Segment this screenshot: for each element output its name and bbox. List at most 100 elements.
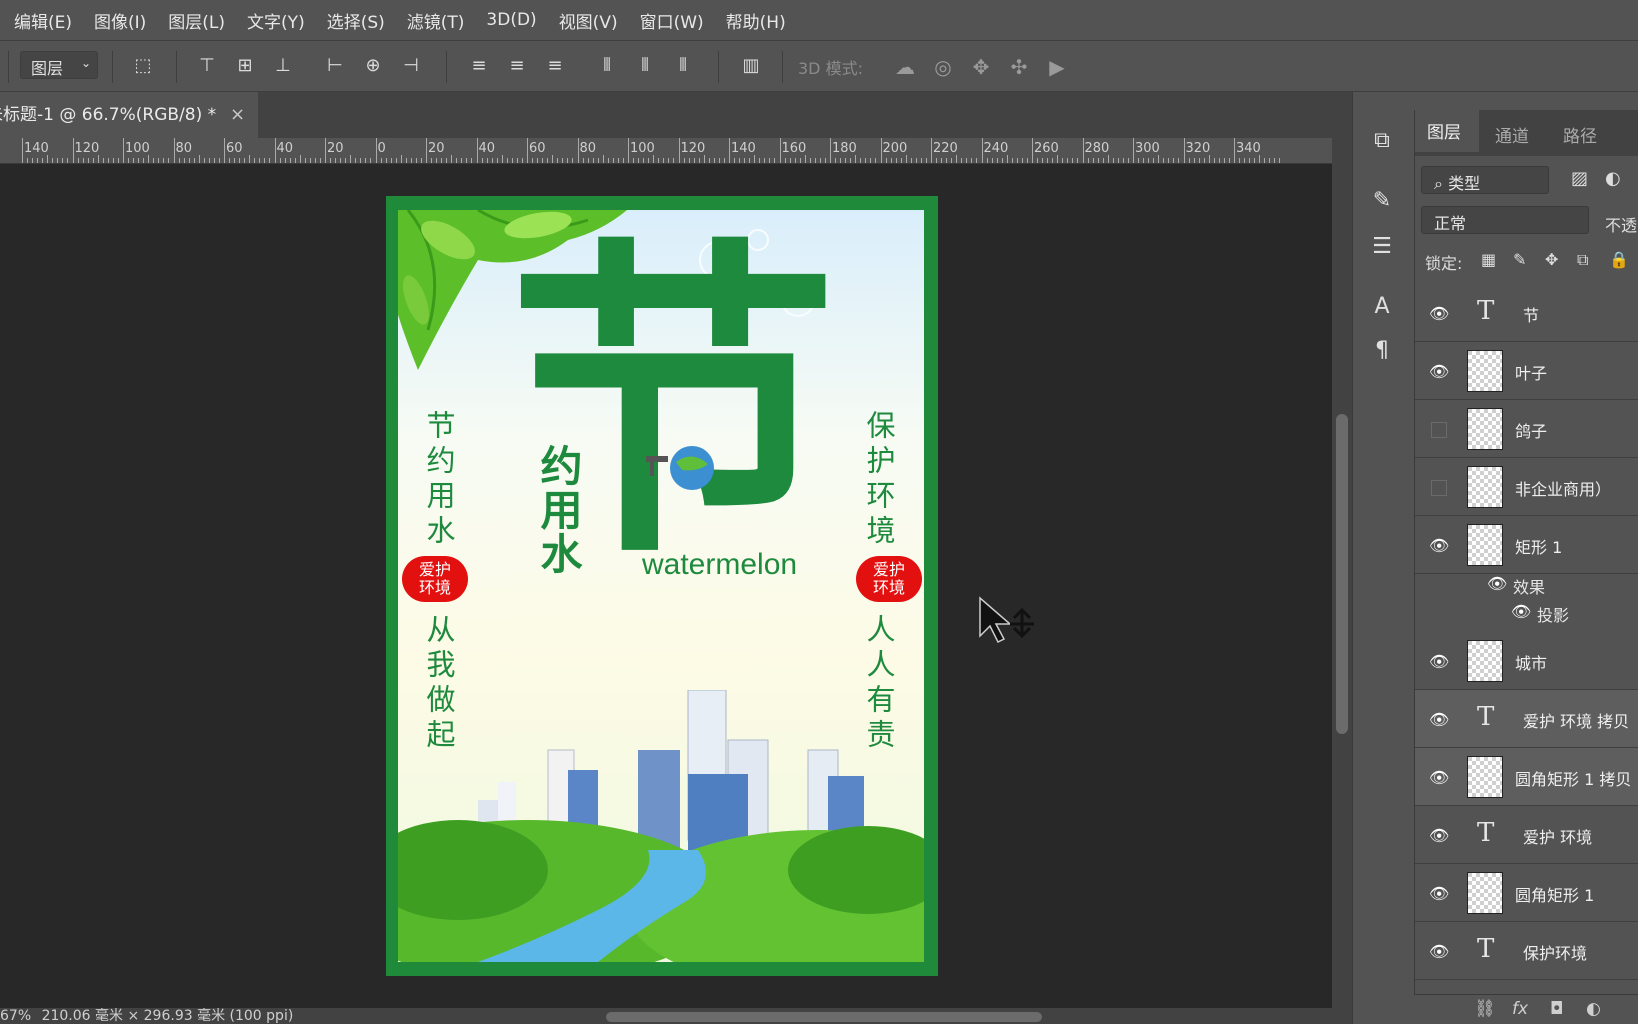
visibility-toggle[interactable]: [1431, 480, 1447, 496]
close-icon[interactable]: ×: [230, 92, 245, 138]
ruler-tick: [1001, 158, 1003, 163]
ruler-tick: [966, 158, 968, 163]
layer-row[interactable]: 👁 T 节: [1415, 284, 1638, 342]
menu-help[interactable]: 帮助(H): [726, 8, 786, 33]
layer-row[interactable]: 👁 T 保护环境: [1415, 922, 1638, 980]
3d-pan-icon[interactable]: ✥: [968, 54, 994, 80]
menu-type[interactable]: 文字(Y): [247, 8, 305, 33]
layer-filter-dropdown[interactable]: ⌕ 类型: [1421, 166, 1549, 194]
tab-paths[interactable]: 路径: [1563, 122, 1597, 147]
auto-align-icon[interactable]: ▥: [738, 53, 764, 79]
menu-view[interactable]: 视图(V): [559, 8, 618, 33]
3d-panel-icon[interactable]: ⧉: [1367, 126, 1397, 156]
ruler-tick: [138, 158, 140, 163]
transform-controls-icon[interactable]: ⬚: [130, 53, 156, 79]
layer-row[interactable]: 👁 圆角矩形 1: [1415, 864, 1638, 922]
blend-mode-dropdown[interactable]: 正常: [1421, 206, 1589, 234]
lock-transparent-icon[interactable]: ▦: [1481, 250, 1496, 269]
3d-mode-label: 3D 模式:: [798, 59, 863, 78]
layer-row[interactable]: 👁 矩形 1: [1415, 516, 1638, 574]
distribute-top-icon[interactable]: ≡: [466, 53, 492, 79]
menu-bar: 编辑(E) 图像(I) 图层(L) 文字(Y) 选择(S) 滤镜(T) 3D(D…: [0, 0, 1638, 40]
layer-row[interactable]: 👁 T 爱护 环境 拷贝: [1415, 690, 1638, 748]
distribute-vcenter-icon[interactable]: ≡: [504, 53, 530, 79]
menu-image[interactable]: 图像(I): [94, 8, 146, 33]
menu-edit[interactable]: 编辑(E): [14, 8, 72, 33]
eye-icon[interactable]: 👁: [1487, 574, 1507, 593]
vertical-scrollbar[interactable]: [1332, 138, 1352, 1008]
eye-icon[interactable]: 👁: [1511, 602, 1531, 621]
zoom-level[interactable]: 67%: [0, 1008, 31, 1024]
lock-image-icon[interactable]: ✎: [1513, 250, 1526, 269]
distribute-right-icon[interactable]: ⫴: [670, 53, 696, 79]
menu-layer[interactable]: 图层(L): [168, 8, 225, 33]
visibility-toggle[interactable]: [1431, 422, 1447, 438]
lock-all-icon[interactable]: 🔒: [1609, 250, 1629, 269]
tab-channels[interactable]: 通道: [1495, 122, 1529, 147]
menu-3d[interactable]: 3D(D): [486, 10, 536, 30]
distribute-left-icon[interactable]: ⫴: [594, 53, 620, 79]
eye-icon[interactable]: 👁: [1429, 710, 1449, 729]
link-icon[interactable]: ⛓: [1474, 999, 1496, 1019]
3d-slide-icon[interactable]: ✣: [1006, 54, 1032, 80]
align-right-icon[interactable]: ⊣: [398, 53, 424, 79]
ruler-tick: [648, 158, 650, 163]
ruler-tick: [466, 158, 468, 163]
eye-icon[interactable]: 👁: [1429, 826, 1449, 845]
document-tab[interactable]: 未标题-1 @ 66.7%(RGB/8) * ×: [0, 92, 258, 138]
eye-icon[interactable]: 👁: [1429, 652, 1449, 671]
character-panel-icon[interactable]: A: [1367, 292, 1397, 322]
ruler-tick: [678, 138, 680, 163]
paragraph-panel-icon[interactable]: ¶: [1367, 336, 1397, 366]
eye-icon[interactable]: 👁: [1429, 362, 1449, 381]
adjustments-panel-icon[interactable]: ☰: [1367, 232, 1397, 262]
auto-select-dropdown[interactable]: 图层 ⌄: [20, 51, 98, 79]
lock-artboard-icon[interactable]: ⧉: [1577, 250, 1588, 270]
ruler-tick: [173, 138, 175, 163]
3d-roll-icon[interactable]: ◎: [930, 54, 956, 80]
lock-position-icon[interactable]: ✥: [1545, 250, 1558, 269]
poster-document[interactable]: 节 节约用水 爱护 环境 从我做起 约用水 watermelon 保护环境 爱护…: [386, 196, 938, 976]
ruler-tick: [390, 158, 392, 163]
align-vertical-center-icon[interactable]: ⊞: [232, 53, 258, 79]
menu-window[interactable]: 窗口(W): [640, 8, 704, 33]
distribute-hcenter-icon[interactable]: ⫴: [632, 53, 658, 79]
eye-icon[interactable]: 👁: [1429, 884, 1449, 903]
brush-panel-icon[interactable]: ✎: [1367, 186, 1397, 216]
eye-icon[interactable]: 👁: [1429, 942, 1449, 961]
fx-icon[interactable]: fx: [1512, 999, 1528, 1019]
horizontal-scrollbar-thumb[interactable]: [606, 1012, 1042, 1022]
distribute-bottom-icon[interactable]: ≡: [542, 53, 568, 79]
scrollbar-thumb[interactable]: [1336, 414, 1348, 734]
layer-effects-row[interactable]: 👁 效果: [1415, 570, 1638, 598]
layer-row[interactable]: 👁 叶子: [1415, 342, 1638, 400]
image-filter-icon[interactable]: ▨: [1571, 168, 1588, 189]
ruler-tick: [1057, 155, 1059, 163]
3d-orbit-icon[interactable]: ☁: [892, 54, 918, 80]
align-horizontal-center-icon[interactable]: ⊕: [360, 53, 386, 79]
align-left-icon[interactable]: ⊢: [322, 53, 348, 79]
menu-select[interactable]: 选择(S): [327, 8, 385, 33]
layer-row[interactable]: 鸽子: [1415, 400, 1638, 458]
menu-filter[interactable]: 滤镜(T): [407, 8, 465, 33]
eye-icon[interactable]: 👁: [1429, 304, 1449, 323]
mask-icon[interactable]: ◘: [1550, 999, 1563, 1019]
3d-scale-icon[interactable]: ▶: [1044, 54, 1070, 80]
layer-row[interactable]: 非企业商用）: [1415, 458, 1638, 516]
ruler-tick: [1274, 158, 1276, 163]
tab-layers[interactable]: 图层: [1415, 110, 1479, 152]
eye-icon[interactable]: 👁: [1429, 768, 1449, 787]
adjustment-filter-icon[interactable]: ◐: [1605, 168, 1621, 189]
ruler-tick: [557, 158, 559, 163]
eye-icon[interactable]: 👁: [1429, 536, 1449, 555]
drop-shadow-row[interactable]: 👁 投影: [1415, 598, 1638, 626]
center-slogan: 约用水: [534, 444, 583, 576]
ruler-tick: [910, 158, 912, 163]
ruler-tick: [213, 158, 215, 163]
align-top-icon[interactable]: ⊤: [194, 53, 220, 79]
layer-row[interactable]: 👁 圆角矩形 1 拷贝: [1415, 748, 1638, 806]
align-bottom-icon[interactable]: ⊥: [270, 53, 296, 79]
layer-row[interactable]: 👁 T 爱护 环境: [1415, 806, 1638, 864]
layer-row[interactable]: 👁 城市: [1415, 632, 1638, 690]
adjustment-layer-icon[interactable]: ◐: [1586, 999, 1601, 1019]
